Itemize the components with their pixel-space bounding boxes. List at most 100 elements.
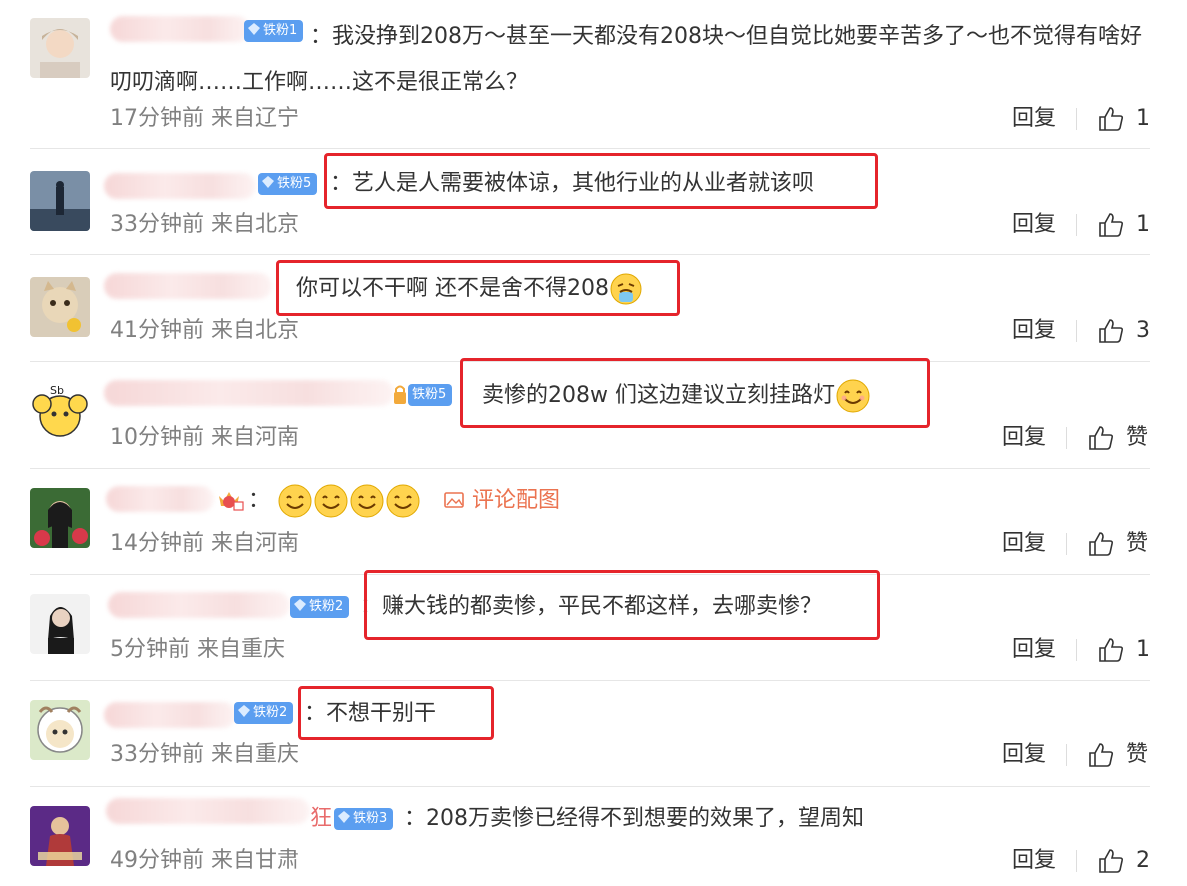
smile-icon <box>350 484 384 518</box>
comment-meta: 5分钟前 来自重庆 <box>110 635 285 665</box>
thumbs-up-icon[interactable] <box>1088 425 1114 451</box>
svg-text:Sb: Sb <box>50 384 64 397</box>
reply-button[interactable]: 回复 <box>1012 210 1056 240</box>
comment-time: 33分钟前 <box>110 742 204 767</box>
badge-label: 铁粉5 <box>412 387 447 402</box>
avatar[interactable] <box>30 277 90 337</box>
image-icon <box>444 492 464 508</box>
comment-location: 来自北京 <box>211 212 300 237</box>
smile-icon <box>386 484 420 518</box>
highlight-box <box>324 153 878 209</box>
separator <box>1076 108 1077 130</box>
avatar[interactable] <box>30 806 90 866</box>
comment-meta: 49分钟前 来自甘肃 <box>110 846 299 876</box>
comment-location: 来自重庆 <box>211 742 300 767</box>
comment-text: ：我没挣到208万～甚至一天都没有208块～但自觉比她要辛苦多了～也不觉得有啥好… <box>110 24 1143 95</box>
highlight-box <box>298 686 494 740</box>
comment-meta: 17分钟前 来自辽宁 <box>110 104 299 134</box>
like-count[interactable]: 1 <box>1136 635 1150 665</box>
username-blurred[interactable] <box>108 592 290 618</box>
comment-text: ： <box>248 483 421 519</box>
username-blurred[interactable] <box>106 798 310 824</box>
fan-badge: 铁粉5 <box>258 173 318 195</box>
reply-button[interactable]: 回复 <box>1012 316 1056 346</box>
comment-meta: 33分钟前 来自重庆 <box>110 740 299 770</box>
comment-location: 来自甘肃 <box>211 848 300 873</box>
reply-button[interactable]: 回复 <box>1012 635 1056 665</box>
separator <box>1066 744 1067 766</box>
smile-icon <box>278 484 312 518</box>
like-label[interactable]: 赞 <box>1126 423 1148 453</box>
thumbs-up-icon[interactable] <box>1098 106 1124 132</box>
reply-button[interactable]: 回复 <box>1002 423 1046 453</box>
reply-button[interactable]: 回复 <box>1012 846 1056 876</box>
fan-badge: 铁粉5 <box>408 384 453 406</box>
avatar[interactable] <box>30 488 90 548</box>
comment-location: 来自河南 <box>211 531 300 556</box>
avatar[interactable] <box>30 18 90 78</box>
username-blurred[interactable] <box>104 380 394 406</box>
comment-item: 铁粉2 ：不想干别干 33分钟前 来自重庆 回复 赞 <box>0 680 1187 787</box>
avatar[interactable] <box>30 594 90 654</box>
comment-time: 10分钟前 <box>110 425 204 450</box>
comment-time: 5分钟前 <box>110 637 190 662</box>
separator <box>1076 639 1077 661</box>
separator <box>1066 533 1067 555</box>
diamond-icon <box>338 811 350 823</box>
username-tail-text: 狂 <box>310 806 333 831</box>
username-blurred[interactable] <box>106 486 214 512</box>
diamond-icon <box>238 705 250 717</box>
comment-time: 33分钟前 <box>110 212 204 237</box>
comment-time: 41分钟前 <box>110 318 204 343</box>
reply-button[interactable]: 回复 <box>1002 529 1046 559</box>
comment-item: 铁粉2 ：赚大钱的都卖惨，平民不都这样，去哪卖惨？ 5分钟前 来自重庆 回复 1 <box>0 570 1187 681</box>
diamond-icon <box>294 599 306 611</box>
comment-time: 17分钟前 <box>110 106 204 131</box>
avatar[interactable] <box>30 171 90 231</box>
highlight-box <box>460 358 930 428</box>
separator <box>1066 427 1067 449</box>
thumbs-up-icon[interactable] <box>1098 637 1124 663</box>
like-count[interactable]: 2 <box>1136 846 1150 876</box>
comment-meta: 41分钟前 来自北京 <box>110 316 299 346</box>
reply-button[interactable]: 回复 <box>1012 104 1056 134</box>
smile-icon <box>314 484 348 518</box>
like-count[interactable]: 1 <box>1136 210 1150 240</box>
highlight-box <box>364 570 880 640</box>
comment-meta: 14分钟前 来自河南 <box>110 529 299 559</box>
comment-body: ： <box>248 488 271 513</box>
badge-label: 铁粉3 <box>353 811 388 826</box>
avatar[interactable]: Sb <box>30 382 90 442</box>
comment-item: 铁粉5 ：艺人是人需要被体谅，其他行业的从业者就该呗 33分钟前 来自北京 回复… <box>0 149 1187 255</box>
avatar[interactable] <box>30 700 90 760</box>
badge-label: 铁粉2 <box>309 599 344 614</box>
username-blurred[interactable] <box>104 273 272 299</box>
comment-meta: 10分钟前 来自河南 <box>110 423 299 453</box>
comment-item: 铁粉1 ：我没挣到208万～甚至一天都没有208块～但自觉比她要辛苦多了～也不觉… <box>0 0 1187 149</box>
like-count[interactable]: 1 <box>1136 104 1150 134</box>
thumbs-up-icon[interactable] <box>1088 531 1114 557</box>
like-label[interactable]: 赞 <box>1126 529 1148 559</box>
comment-image-link[interactable]: 评论配图 <box>444 486 560 516</box>
like-label[interactable]: 赞 <box>1126 740 1148 770</box>
fan-badge: 铁粉3 <box>334 808 394 830</box>
username-blurred[interactable] <box>104 173 256 199</box>
separator <box>1076 850 1077 872</box>
comment-item: 狂 铁粉3 ：208万卖惨已经得不到想要的效果了，望周知 49分钟前 来自甘肃 … <box>0 786 1187 886</box>
highlight-box <box>276 260 680 316</box>
thumbs-up-icon[interactable] <box>1098 212 1124 238</box>
username-blurred[interactable] <box>104 702 236 728</box>
vip-crown-icon <box>219 492 244 511</box>
reply-button[interactable]: 回复 <box>1002 740 1046 770</box>
thumbs-up-icon[interactable] <box>1098 848 1124 874</box>
comment-image-label: 评论配图 <box>472 488 561 513</box>
thumbs-up-icon[interactable] <box>1088 742 1114 768</box>
fan-badge: 铁粉2 <box>234 702 294 724</box>
comment-meta: 33分钟前 来自北京 <box>110 210 299 240</box>
separator <box>1076 320 1077 342</box>
thumbs-up-icon[interactable] <box>1098 318 1124 344</box>
comment-location: 来自北京 <box>211 318 300 343</box>
comment-text: ：208万卖惨已经得不到想要的效果了，望周知 <box>404 806 865 831</box>
fan-badge: 铁粉2 <box>290 596 350 618</box>
like-count[interactable]: 3 <box>1136 316 1150 346</box>
